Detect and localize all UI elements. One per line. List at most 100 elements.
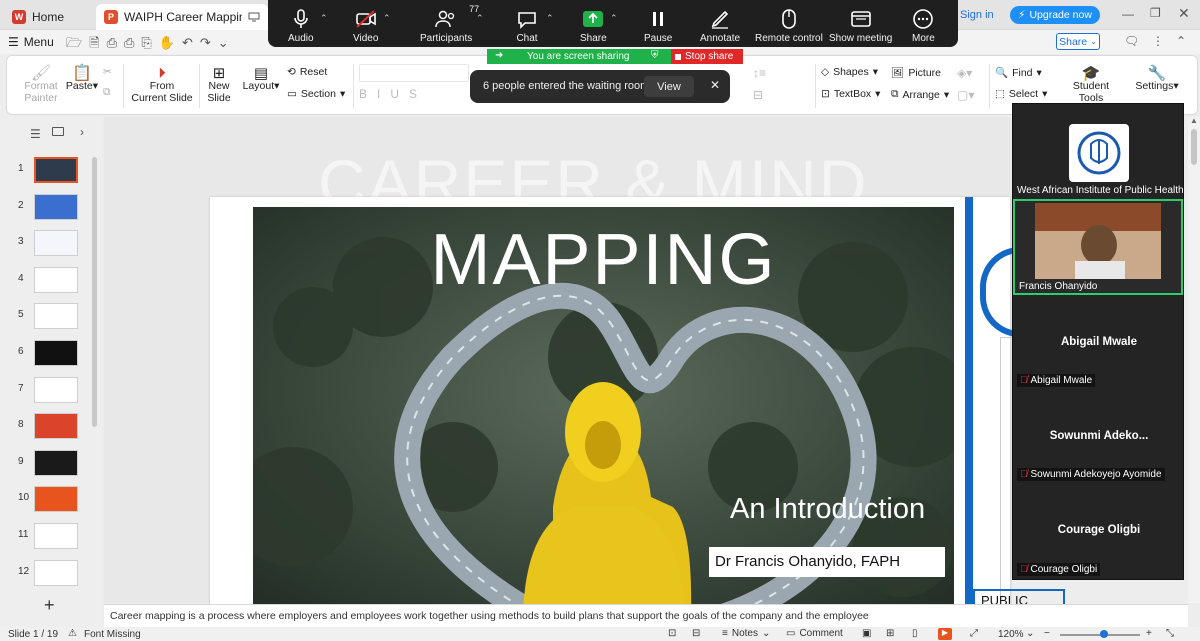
chevron-up-icon[interactable]: ⌃ [610, 13, 618, 24]
picture-button[interactable]: 🖼 Picture [891, 66, 941, 80]
thumbnail-scrollbar[interactable] [92, 157, 97, 427]
video-button[interactable]: Video [353, 7, 378, 44]
active-speaker-tile[interactable]: Francis Ohanyido [1013, 199, 1183, 295]
sign-in-link[interactable]: Sign in [960, 9, 994, 21]
from-current-slide-button[interactable]: ⏵ From Current Slide [131, 66, 193, 104]
reading-view-icon[interactable]: ▯ [912, 628, 918, 639]
slide-thumbnail[interactable] [34, 230, 78, 257]
new-slide-button[interactable]: ⊞ New Slide [205, 66, 233, 104]
audio-button[interactable]: Audio [288, 7, 314, 44]
find-button[interactable]: 🔍 Find ▾ [995, 66, 1042, 80]
arrange-button[interactable]: ⧉ Arrange ▾ [891, 88, 949, 101]
divider [989, 64, 990, 108]
pause-button[interactable]: Pause [644, 7, 672, 44]
zoom-minus-icon[interactable]: − [1044, 628, 1050, 639]
outline-icon[interactable]: ▢▾ [957, 88, 974, 102]
fit-window-icon[interactable]: ⤢ [970, 628, 978, 639]
shapes-button[interactable]: ◇ Shapes ▾ [821, 66, 878, 78]
slideshow-icon[interactable]: ▶ [938, 628, 952, 640]
font-missing-link[interactable]: Font Missing [84, 629, 141, 640]
font-family-select[interactable] [359, 64, 469, 82]
line-spacing-icon[interactable]: ↕≡ [753, 66, 766, 80]
scroll-thumb[interactable] [1191, 129, 1197, 165]
zoom-slider-thumb[interactable] [1100, 630, 1108, 638]
section-button[interactable]: ▭ Section ▾ [287, 88, 345, 100]
slide-thumbnail[interactable] [34, 413, 78, 440]
notes-toggle[interactable]: ≡ Notes ⌄ [722, 628, 770, 639]
zoom-out-icon[interactable]: ⌄ [1026, 628, 1034, 639]
reset-button[interactable]: ⟲ Reset [287, 66, 327, 78]
more-menu-icon[interactable]: ⋮ [1152, 34, 1164, 48]
chevron-up-icon[interactable]: ⌃ [476, 13, 484, 24]
zoom-plus-icon[interactable]: + [1146, 628, 1152, 639]
upgrade-button[interactable]: ⚡ Upgrade now [1010, 6, 1100, 24]
slide[interactable]: MAPPING An Introduction Dr Francis Ohany… [210, 197, 1065, 617]
more-button[interactable]: More [912, 7, 935, 44]
select-button[interactable]: ⬚ Select ▾ [995, 88, 1047, 100]
monitor-icon[interactable] [248, 12, 260, 22]
slide-thumbnail[interactable] [34, 303, 78, 330]
fit-icon[interactable]: ⊡ [668, 628, 676, 639]
slide-thumbnail[interactable] [34, 523, 78, 549]
slide-thumbnail[interactable] [34, 449, 78, 476]
chevron-up-icon[interactable]: ⌃ [383, 13, 391, 24]
view-button[interactable]: View [644, 76, 694, 97]
slide-thumbnail[interactable] [34, 266, 78, 293]
textbox-button[interactable]: ⊡ TextBox ▾ [821, 88, 880, 100]
share-label: Share [580, 33, 607, 44]
slide-thumbnail[interactable] [34, 376, 78, 403]
vertical-scrollbar[interactable]: ▲ [1188, 116, 1200, 603]
stop-share-button[interactable]: Stop share [671, 49, 743, 64]
close-icon[interactable]: ✕ [710, 78, 720, 92]
close-window-icon[interactable]: ✕ [1178, 5, 1190, 22]
show-meeting-button[interactable]: Show meeting [829, 7, 892, 44]
menu-button[interactable]: ☰ Menu [8, 35, 54, 49]
chevron-up-icon[interactable]: ⌃ [320, 13, 328, 24]
columns-icon[interactable]: ⊟ [753, 88, 763, 102]
normal-view-icon[interactable]: ▣ [862, 628, 871, 639]
share-document-button[interactable]: Share ⌄ [1056, 33, 1100, 50]
chevron-up-icon[interactable]: ⌃ [546, 13, 554, 24]
slide-thumbnail[interactable] [34, 486, 78, 513]
recover-icon[interactable]: ⊟ [692, 628, 700, 639]
slide-thumbnail[interactable] [34, 340, 78, 366]
textbox-icon: ⊡ [821, 88, 830, 100]
add-slide-icon[interactable]: + [44, 595, 55, 616]
copy-icon[interactable]: ⧉ [103, 86, 111, 98]
participants-button[interactable]: 77 Participants [420, 4, 479, 44]
chat-button[interactable]: Chat [516, 7, 538, 44]
annotate-button[interactable]: Annotate [700, 7, 740, 44]
sorter-view-icon[interactable]: ⊞ [886, 628, 894, 639]
blue-accent-bar [965, 197, 973, 605]
quick-access-icons[interactable]: 🗁🗎⎙⎙⎘✋↶↷⌄ [66, 34, 236, 56]
format-painter-button[interactable]: 🖌 Format Painter [21, 66, 61, 105]
collapse-icon[interactable]: ⌃ [1176, 34, 1186, 48]
slide-thumbnail[interactable] [34, 193, 78, 220]
chevron-right-icon[interactable]: › [80, 125, 84, 139]
comment-toggle[interactable]: ▭ Comment [786, 628, 843, 639]
tab-document[interactable]: P WAIPH Career Mapping & Mi [96, 4, 268, 30]
slide-view-icon[interactable] [52, 127, 64, 136]
cut-icon[interactable]: ✂ [103, 66, 112, 78]
zoom-meeting-toolbar: Audio ⌃ Video ⌃ 77 Participants ⌃ Chat ⌃… [268, 0, 958, 47]
search-icon: 🔍 [995, 67, 1009, 79]
layout-button[interactable]: ▤ Layout▾ [241, 66, 281, 92]
font-style-buttons[interactable]: BIUS [359, 87, 427, 101]
slide-thumbnail[interactable] [34, 559, 78, 586]
reset-label: Reset [299, 66, 328, 78]
slide-thumbnail[interactable] [34, 157, 78, 183]
scroll-up-icon[interactable]: ▲ [1190, 116, 1198, 125]
minimize-icon[interactable]: — [1122, 7, 1134, 21]
tab-home[interactable]: W Home [4, 4, 72, 30]
share-button[interactable]: Share [580, 7, 607, 44]
student-tools-button[interactable]: 🎓 Student Tools [1061, 66, 1121, 104]
outline-view-icon[interactable]: ☰ [30, 127, 41, 141]
fill-icon[interactable]: ◈▾ [957, 66, 972, 80]
speaker-notes[interactable]: Career mapping is a process where employ… [104, 604, 1188, 627]
settings-button[interactable]: 🔧 Settings▾ [1133, 66, 1181, 92]
remote-control-button[interactable]: Remote control [755, 7, 823, 44]
expand-icon[interactable]: ⤡ [1166, 628, 1174, 639]
restore-icon[interactable]: ❐ [1150, 6, 1161, 20]
comment-icon[interactable]: 🗨 [1124, 34, 1139, 48]
paste-button[interactable]: 📋 Paste▾ [65, 66, 99, 93]
